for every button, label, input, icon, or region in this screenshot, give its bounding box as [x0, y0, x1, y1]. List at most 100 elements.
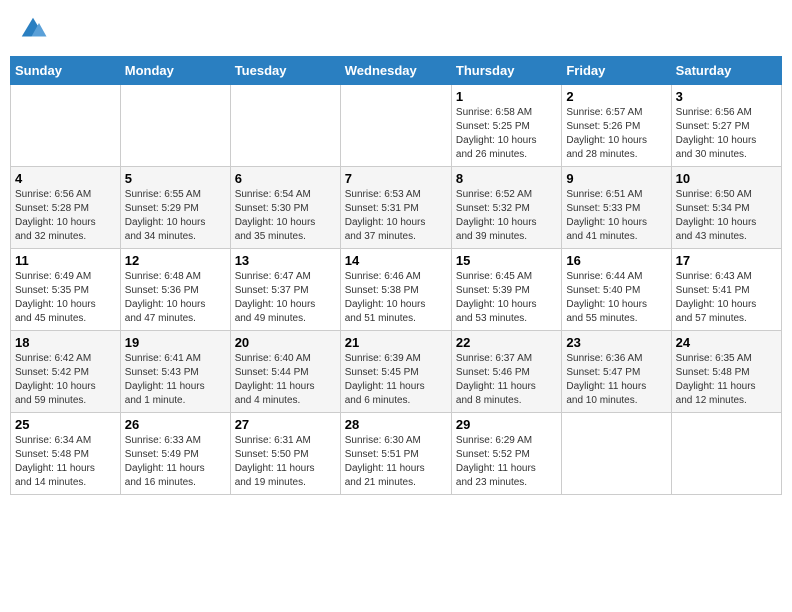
day-info: Sunrise: 6:47 AM Sunset: 5:37 PM Dayligh… — [235, 270, 336, 326]
calendar-cell: 14 Sunrise: 6:46 AM Sunset: 5:38 PM Dayli… — [340, 249, 451, 331]
calendar-cell: 13 Sunrise: 6:47 AM Sunset: 5:37 PM Dayli… — [230, 249, 340, 331]
day-number: 16 — [566, 253, 666, 268]
calendar-cell: 15 Sunrise: 6:45 AM Sunset: 5:39 PM Dayli… — [451, 249, 561, 331]
day-info: Sunrise: 6:30 AM Sunset: 5:51 PM Dayligh… — [345, 434, 447, 490]
calendar-cell — [340, 85, 451, 167]
weekday-header-sunday: Sunday — [11, 57, 121, 85]
day-number: 7 — [345, 171, 447, 186]
weekday-header-tuesday: Tuesday — [230, 57, 340, 85]
day-info: Sunrise: 6:56 AM Sunset: 5:27 PM Dayligh… — [676, 106, 777, 162]
calendar-cell: 26 Sunrise: 6:33 AM Sunset: 5:49 PM Dayli… — [120, 413, 230, 495]
calendar-week-row: 11 Sunrise: 6:49 AM Sunset: 5:35 PM Dayli… — [11, 249, 782, 331]
calendar-cell — [11, 85, 121, 167]
day-info: Sunrise: 6:40 AM Sunset: 5:44 PM Dayligh… — [235, 352, 336, 408]
calendar-cell: 4 Sunrise: 6:56 AM Sunset: 5:28 PM Daylig… — [11, 167, 121, 249]
day-info: Sunrise: 6:51 AM Sunset: 5:33 PM Dayligh… — [566, 188, 666, 244]
day-info: Sunrise: 6:48 AM Sunset: 5:36 PM Dayligh… — [125, 270, 226, 326]
calendar-week-row: 18Sunrise: 6:42 AM Sunset: 5:42 PM Dayli… — [11, 331, 782, 413]
calendar-cell: 7 Sunrise: 6:53 AM Sunset: 5:31 PM Daylig… — [340, 167, 451, 249]
weekday-header-monday: Monday — [120, 57, 230, 85]
day-number: 1 — [456, 89, 557, 104]
calendar-cell: 21 Sunrise: 6:39 AM Sunset: 5:45 PM Dayli… — [340, 331, 451, 413]
day-number: 20 — [235, 335, 336, 350]
day-number: 22 — [456, 335, 557, 350]
calendar-cell: 27Sunrise: 6:31 AM Sunset: 5:50 PM Dayli… — [230, 413, 340, 495]
day-info: Sunrise: 6:39 AM Sunset: 5:45 PM Dayligh… — [345, 352, 447, 408]
calendar-cell: 22 Sunrise: 6:37 AM Sunset: 5:46 PM Dayli… — [451, 331, 561, 413]
day-number: 15 — [456, 253, 557, 268]
calendar-cell: 1 Sunrise: 6:58 AM Sunset: 5:25 PM Daylig… — [451, 85, 561, 167]
calendar-cell: 25 Sunrise: 6:34 AM Sunset: 5:48 PM Dayli… — [11, 413, 121, 495]
day-info: Sunrise: 6:34 AM Sunset: 5:48 PM Dayligh… — [15, 434, 116, 490]
day-number: 11 — [15, 253, 116, 268]
calendar-week-row: 25 Sunrise: 6:34 AM Sunset: 5:48 PM Dayli… — [11, 413, 782, 495]
calendar-cell: 6Sunrise: 6:54 AM Sunset: 5:30 PM Daylig… — [230, 167, 340, 249]
calendar-cell: 18Sunrise: 6:42 AM Sunset: 5:42 PM Dayli… — [11, 331, 121, 413]
day-info: Sunrise: 6:58 AM Sunset: 5:25 PM Dayligh… — [456, 106, 557, 162]
day-info: Sunrise: 6:36 AM Sunset: 5:47 PM Dayligh… — [566, 352, 666, 408]
day-number: 26 — [125, 417, 226, 432]
day-number: 27 — [235, 417, 336, 432]
calendar-cell: 10Sunrise: 6:50 AM Sunset: 5:34 PM Dayli… — [671, 167, 781, 249]
day-number: 23 — [566, 335, 666, 350]
weekday-header-saturday: Saturday — [671, 57, 781, 85]
calendar-cell: 17 Sunrise: 6:43 AM Sunset: 5:41 PM Dayli… — [671, 249, 781, 331]
day-number: 13 — [235, 253, 336, 268]
calendar-week-row: 4 Sunrise: 6:56 AM Sunset: 5:28 PM Daylig… — [11, 167, 782, 249]
day-info: Sunrise: 6:50 AM Sunset: 5:34 PM Dayligh… — [676, 188, 777, 244]
day-number: 9 — [566, 171, 666, 186]
day-info: Sunrise: 6:55 AM Sunset: 5:29 PM Dayligh… — [125, 188, 226, 244]
day-info: Sunrise: 6:53 AM Sunset: 5:31 PM Dayligh… — [345, 188, 447, 244]
calendar-cell — [671, 413, 781, 495]
day-info: Sunrise: 6:45 AM Sunset: 5:39 PM Dayligh… — [456, 270, 557, 326]
calendar-cell: 2Sunrise: 6:57 AM Sunset: 5:26 PM Daylig… — [562, 85, 671, 167]
calendar-header: SundayMondayTuesdayWednesdayThursdayFrid… — [11, 57, 782, 85]
calendar-cell: 19 Sunrise: 6:41 AM Sunset: 5:43 PM Dayli… — [120, 331, 230, 413]
calendar-week-row: 1 Sunrise: 6:58 AM Sunset: 5:25 PM Daylig… — [11, 85, 782, 167]
weekday-header-thursday: Thursday — [451, 57, 561, 85]
calendar-cell: 12 Sunrise: 6:48 AM Sunset: 5:36 PM Dayli… — [120, 249, 230, 331]
calendar-cell — [120, 85, 230, 167]
calendar-cell: 24Sunrise: 6:35 AM Sunset: 5:48 PM Dayli… — [671, 331, 781, 413]
day-number: 4 — [15, 171, 116, 186]
day-info: Sunrise: 6:33 AM Sunset: 5:49 PM Dayligh… — [125, 434, 226, 490]
calendar-cell: 3 Sunrise: 6:56 AM Sunset: 5:27 PM Daylig… — [671, 85, 781, 167]
weekday-header-row: SundayMondayTuesdayWednesdayThursdayFrid… — [11, 57, 782, 85]
day-number: 29 — [456, 417, 557, 432]
day-info: Sunrise: 6:49 AM Sunset: 5:35 PM Dayligh… — [15, 270, 116, 326]
day-number: 3 — [676, 89, 777, 104]
day-info: Sunrise: 6:37 AM Sunset: 5:46 PM Dayligh… — [456, 352, 557, 408]
calendar-cell — [562, 413, 671, 495]
day-info: Sunrise: 6:57 AM Sunset: 5:26 PM Dayligh… — [566, 106, 666, 162]
calendar-cell: 29 Sunrise: 6:29 AM Sunset: 5:52 PM Dayli… — [451, 413, 561, 495]
weekday-header-wednesday: Wednesday — [340, 57, 451, 85]
logo-icon — [18, 14, 48, 44]
day-info: Sunrise: 6:41 AM Sunset: 5:43 PM Dayligh… — [125, 352, 226, 408]
day-number: 19 — [125, 335, 226, 350]
day-number: 5 — [125, 171, 226, 186]
logo — [18, 14, 52, 44]
calendar-cell: 5 Sunrise: 6:55 AM Sunset: 5:29 PM Daylig… — [120, 167, 230, 249]
calendar-cell — [230, 85, 340, 167]
day-info: Sunrise: 6:44 AM Sunset: 5:40 PM Dayligh… — [566, 270, 666, 326]
calendar-cell: 23 Sunrise: 6:36 AM Sunset: 5:47 PM Dayli… — [562, 331, 671, 413]
calendar-cell: 16 Sunrise: 6:44 AM Sunset: 5:40 PM Dayli… — [562, 249, 671, 331]
day-info: Sunrise: 6:46 AM Sunset: 5:38 PM Dayligh… — [345, 270, 447, 326]
day-number: 21 — [345, 335, 447, 350]
calendar-cell: 28 Sunrise: 6:30 AM Sunset: 5:51 PM Dayli… — [340, 413, 451, 495]
day-number: 25 — [15, 417, 116, 432]
calendar-cell: 11 Sunrise: 6:49 AM Sunset: 5:35 PM Dayli… — [11, 249, 121, 331]
day-number: 6 — [235, 171, 336, 186]
day-number: 28 — [345, 417, 447, 432]
page-header — [10, 10, 782, 48]
weekday-header-friday: Friday — [562, 57, 671, 85]
day-number: 14 — [345, 253, 447, 268]
calendar-table: SundayMondayTuesdayWednesdayThursdayFrid… — [10, 56, 782, 495]
day-info: Sunrise: 6:35 AM Sunset: 5:48 PM Dayligh… — [676, 352, 777, 408]
day-info: Sunrise: 6:29 AM Sunset: 5:52 PM Dayligh… — [456, 434, 557, 490]
day-number: 18 — [15, 335, 116, 350]
day-info: Sunrise: 6:56 AM Sunset: 5:28 PM Dayligh… — [15, 188, 116, 244]
day-info: Sunrise: 6:43 AM Sunset: 5:41 PM Dayligh… — [676, 270, 777, 326]
day-number: 12 — [125, 253, 226, 268]
day-number: 17 — [676, 253, 777, 268]
